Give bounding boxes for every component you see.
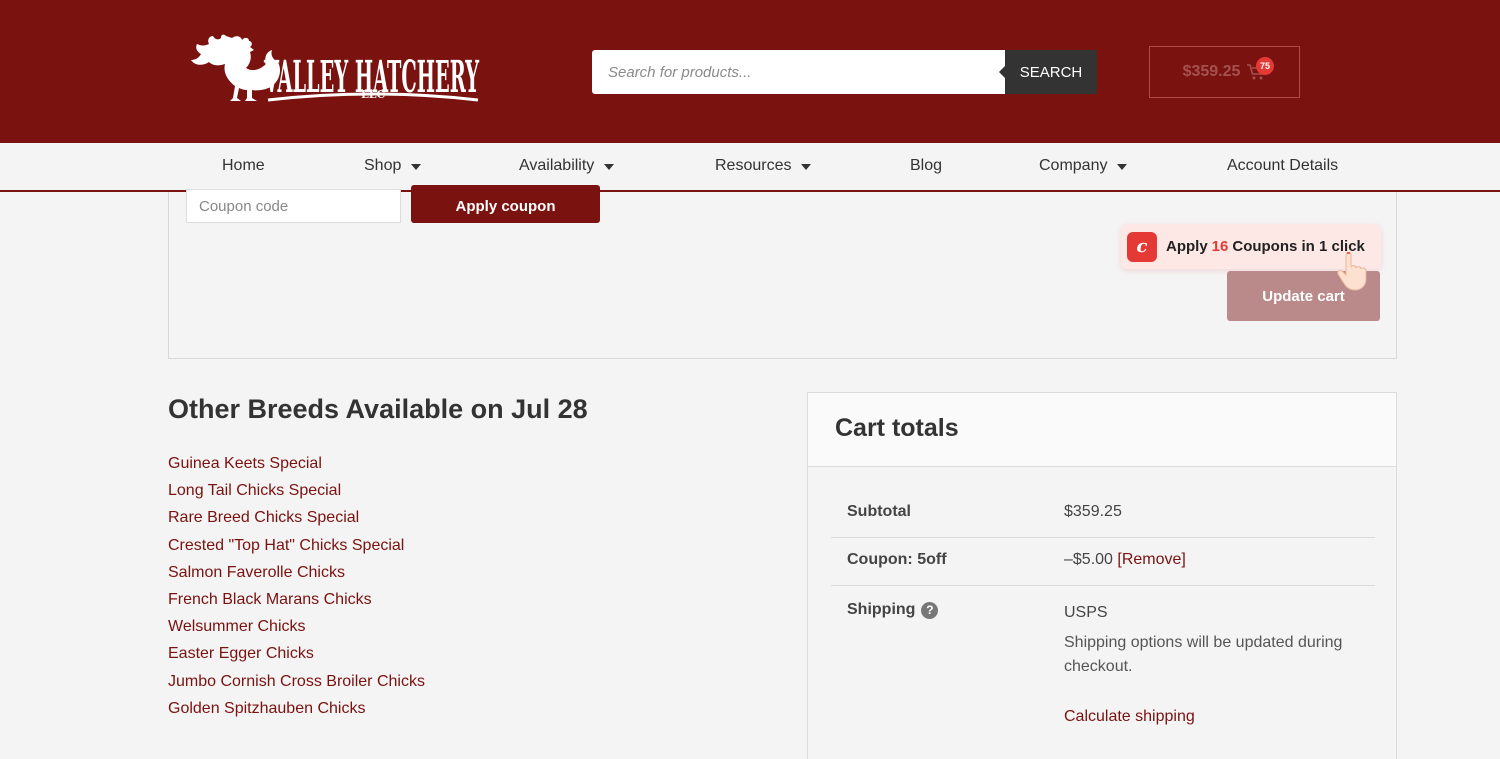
nav-home[interactable]: Home [222, 157, 265, 175]
shipping-label-row: Shipping ? [847, 601, 939, 619]
breed-link[interactable]: Salmon Faverolle Chicks [168, 562, 425, 589]
shipping-note: Shipping options will be updated during … [1064, 634, 1343, 675]
breed-link[interactable]: Jumbo Cornish Cross Broiler Chicks [168, 671, 425, 698]
nav-shop[interactable]: Shop [364, 157, 422, 175]
svg-text:LLC: LLC [361, 88, 385, 101]
nav-account-details[interactable]: Account Details [1227, 157, 1338, 175]
cart-count-badge: 75 [1256, 57, 1274, 75]
apply-coupon-button[interactable]: Apply coupon [411, 185, 600, 223]
calculate-shipping-link[interactable]: Calculate shipping [1064, 708, 1195, 726]
remove-coupon-link[interactable]: [Remove] [1117, 551, 1185, 568]
coupon-discount-value: –$5.00 [1064, 551, 1113, 568]
other-breeds-heading: Other Breeds Available on Jul 28 [168, 394, 588, 424]
breed-list: Guinea Keets Special Long Tail Chicks Sp… [168, 453, 425, 725]
nav-label: Availability [519, 157, 595, 174]
coupon-extension-logo-icon: c [1127, 231, 1157, 262]
cart-totals-title: Cart totals [835, 414, 959, 442]
search-button[interactable]: SEARCH [999, 50, 1097, 94]
nav-label: Resources [715, 157, 792, 174]
nav-availability[interactable]: Availability [519, 157, 615, 175]
breed-link[interactable]: Easter Egger Chicks [168, 643, 425, 670]
nav-blog[interactable]: Blog [910, 157, 942, 175]
row-divider [831, 585, 1375, 586]
row-divider [831, 537, 1375, 538]
chevron-down-icon [411, 164, 422, 170]
breed-link[interactable]: Welsummer Chicks [168, 616, 425, 643]
breed-link[interactable]: Long Tail Chicks Special [168, 480, 425, 507]
nav-label: Company [1039, 157, 1108, 174]
extension-coupon-count: 16 [1211, 238, 1229, 255]
shipping-label: Shipping [847, 601, 916, 618]
subtotal-value: $359.25 [1064, 503, 1122, 520]
chevron-down-icon [801, 164, 812, 170]
extension-prefix: Apply [1166, 238, 1208, 255]
nav-label: Home [222, 157, 265, 174]
nav-label: Shop [364, 157, 402, 174]
nav-resources[interactable]: Resources [715, 157, 812, 175]
search-bar: SEARCH [592, 50, 1097, 94]
breed-link[interactable]: French Black Marans Chicks [168, 589, 425, 616]
breed-link[interactable]: Golden Spitzhauben Chicks [168, 698, 425, 725]
subtotal-label: Subtotal [847, 503, 911, 520]
coupon-code-input[interactable] [186, 189, 401, 223]
pointing-hand-icon [1337, 252, 1367, 291]
breed-link[interactable]: Crested "Top Hat" Chicks Special [168, 535, 425, 562]
search-input[interactable] [592, 50, 1005, 94]
valley-hatchery-logo[interactable]: VALLEY HATCHERY LLC [178, 34, 483, 112]
breed-link[interactable]: Guinea Keets Special [168, 453, 425, 480]
chevron-down-icon [604, 164, 615, 170]
chevron-down-icon [1117, 164, 1128, 170]
nav-label: Blog [910, 157, 943, 174]
coupon-label: Coupon: 5off [847, 551, 947, 568]
breed-link[interactable]: Rare Breed Chicks Special [168, 507, 425, 534]
cart-total: $359.25 [1182, 63, 1241, 80]
coupon-discount: –$5.00 [Remove] [1064, 551, 1186, 569]
shipping-method: USPS [1064, 604, 1108, 621]
help-icon[interactable]: ? [921, 601, 939, 619]
nav-label: Account Details [1227, 157, 1339, 174]
nav-company[interactable]: Company [1039, 157, 1128, 175]
header-cart-button[interactable]: $359.25 [1149, 46, 1300, 98]
